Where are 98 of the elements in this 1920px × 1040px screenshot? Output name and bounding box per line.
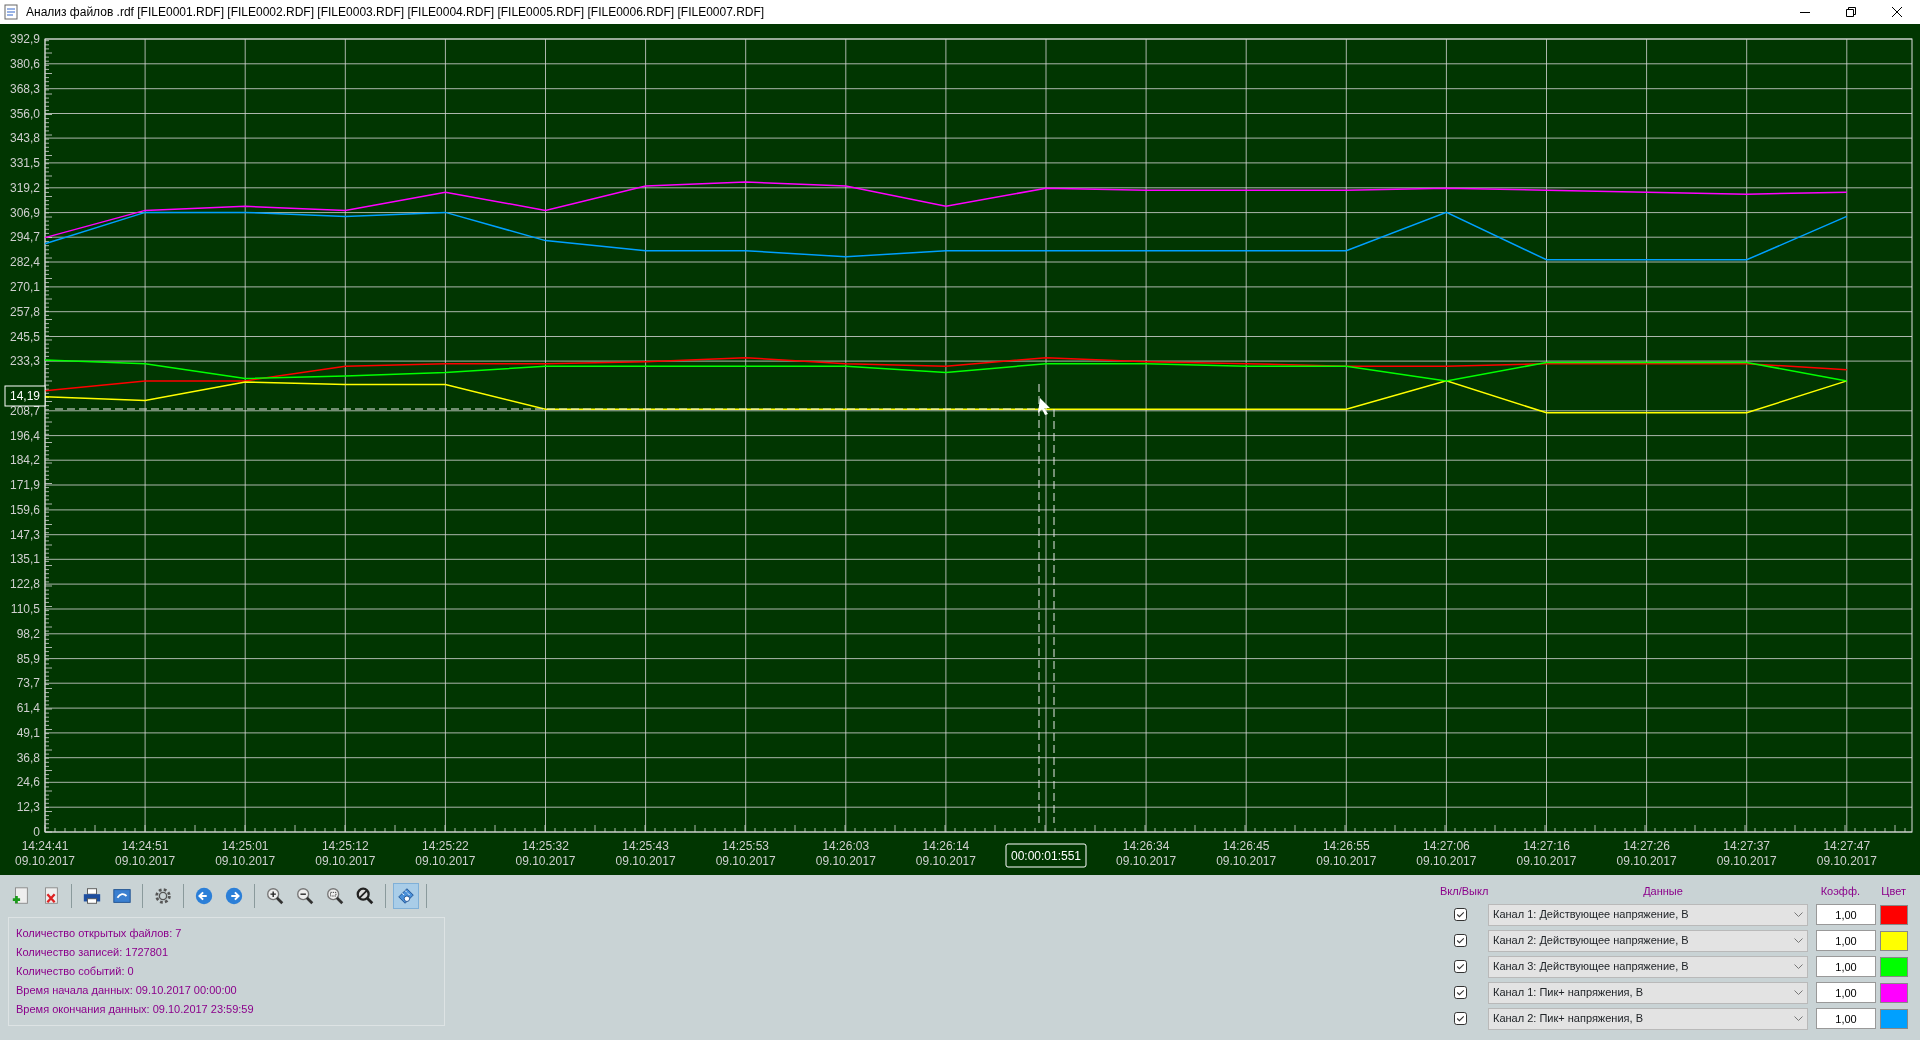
x-axis-label: 14:27:47 09.10.2017 — [1816, 839, 1877, 868]
color-swatch[interactable] — [1880, 1008, 1908, 1029]
x-axis-label: 14:24:41 09.10.2017 — [14, 839, 76, 868]
chevron-down-icon — [1794, 937, 1803, 944]
window-title: Анализ файлов .rdf [FILE0001.RDF] [FILE0002.RDF] [FILE0003.RDF] [FILE0004.RDF] [FILE0005.RDF] [FILE0006.RDF] [FILE0007.RDF] — [26, 4, 766, 21]
magnifier-icon — [355, 885, 375, 907]
y-axis-label: 49,1 — [16, 725, 40, 740]
restore-icon — [1846, 7, 1856, 17]
channel-dropdown[interactable]: Канал 1: Пик+ напряжения, В — [1488, 981, 1808, 1004]
x-axis-label: 14:26:14 09.10.2017 — [915, 839, 976, 868]
coefficient-field[interactable]: 1,00 — [1816, 1008, 1876, 1029]
y-axis-label: 343,8 — [9, 131, 40, 146]
y-axis-label: 368,3 — [9, 81, 40, 96]
channel-checkbox[interactable] — [1453, 986, 1467, 999]
y-axis-label: 135,1 — [9, 552, 40, 567]
y-axis-label: 147,3 — [9, 527, 40, 542]
x-axis-label: 14:26:34 09.10.2017 — [1116, 839, 1177, 868]
channel-checkbox[interactable] — [1453, 908, 1467, 921]
add-file-icon — [11, 885, 31, 907]
column-header: Цвет — [1880, 884, 1907, 899]
y-axis-label: 36,8 — [16, 750, 40, 765]
y-axis-label: 24,6 — [16, 775, 40, 790]
channel-dropdown[interactable]: Канал 2: Пик+ напряжения, В — [1488, 1007, 1808, 1030]
y-axis-label: 331,5 — [9, 155, 40, 170]
y-axis-label: 0 — [33, 825, 40, 839]
info-text: Время окончания данных: 09.10.2017 23:59:59 — [16, 1002, 255, 1017]
y-axis-label: 245,5 — [9, 329, 40, 344]
time-cursor-label: 00:00:01:551 — [1005, 843, 1087, 868]
y-axis-label: 319,2 — [9, 180, 40, 195]
x-axis-label: 14:26:55 09.10.2017 — [1316, 839, 1377, 868]
y-axis-label: 294,7 — [9, 230, 40, 245]
column-header: Вкл/Выкл — [1440, 884, 1490, 899]
channel-checkbox[interactable] — [1453, 1012, 1467, 1025]
mouse-pointer-icon — [1038, 398, 1050, 415]
color-swatch[interactable] — [1880, 956, 1908, 977]
chevron-down-icon — [1794, 963, 1803, 970]
close-icon — [1892, 7, 1902, 17]
column-header: Данные — [1642, 884, 1684, 899]
y-axis-label: 61,4 — [16, 701, 40, 716]
y-axis-label: 171,9 — [9, 478, 40, 492]
x-axis-label: 14:25:53 09.10.2017 — [715, 839, 776, 868]
chevron-down-icon — [1794, 1015, 1803, 1022]
cursor-label: 14,19 — [4, 385, 46, 407]
y-axis-label: 110,5 — [10, 602, 40, 616]
channel-checkbox[interactable] — [1453, 934, 1467, 947]
settings-icon — [153, 885, 173, 907]
x-axis-label: 14:26:03 09.10.2017 — [815, 839, 876, 868]
x-axis-label: 14:24:51 09.10.2017 — [115, 839, 176, 868]
color-swatch[interactable] — [1880, 982, 1908, 1003]
y-axis-label: 98,2 — [16, 626, 40, 641]
channel-dropdown[interactable]: Канал 1: Действующее напряжение, В — [1488, 903, 1808, 926]
chevron-down-icon — [1794, 989, 1803, 996]
zoom-out-icon — [295, 885, 315, 907]
x-axis-label: 14:25:43 09.10.2017 — [615, 839, 676, 868]
ruler-icon — [396, 885, 416, 907]
x-axis-label: 14:27:16 09.10.2017 — [1516, 839, 1577, 868]
column-header: Коэфф. — [1819, 884, 1860, 899]
y-axis-label: 233,3 — [9, 354, 40, 369]
y-axis-label: 306,9 — [9, 205, 40, 220]
x-axis-label: 14:25:32 09.10.2017 — [515, 839, 576, 868]
y-axis-label: 392,9 — [9, 32, 40, 46]
x-axis-label: 14:25:12 09.10.2017 — [315, 839, 376, 868]
channel-dropdown[interactable]: Канал 3: Действующее напряжение, В — [1488, 955, 1808, 978]
channel-dropdown[interactable]: Канал 2: Действующее напряжение, В — [1488, 929, 1808, 952]
y-axis-label: 85,9 — [16, 651, 40, 666]
coefficient-field[interactable]: 1,00 — [1816, 982, 1876, 1003]
y-axis-label: 73,7 — [16, 676, 40, 691]
y-axis-label: 257,8 — [9, 304, 40, 319]
color-swatch[interactable] — [1880, 930, 1908, 951]
coefficient-field[interactable]: 1,00 — [1816, 930, 1876, 951]
info-text: Время начала данных: 09.10.2017 00:00:00 — [16, 983, 238, 998]
zoom-area-icon — [325, 885, 345, 907]
x-axis-label: 14:25:01 09.10.2017 — [215, 839, 276, 868]
y-axis-label: 122,8 — [9, 577, 40, 592]
x-axis-label: 14:27:37 09.10.2017 — [1716, 839, 1777, 868]
coefficient-field[interactable]: 1,00 — [1816, 956, 1876, 977]
app-icon — [4, 4, 18, 20]
y-axis-label: 196,4 — [9, 428, 40, 443]
x-axis-label: 14:25:22 09.10.2017 — [415, 839, 476, 868]
channel-checkbox[interactable] — [1453, 960, 1467, 973]
x-axis-label: 14:27:26 09.10.2017 — [1616, 839, 1677, 868]
print-icon — [82, 885, 102, 907]
info-text: Количество открытых файлов: 7 — [16, 926, 183, 941]
y-axis-label: 282,4 — [9, 255, 40, 269]
y-axis-label: 159,6 — [9, 502, 40, 517]
y-axis-label: 12,3 — [16, 800, 40, 815]
info-text: Количество записей: 1727801 — [16, 945, 170, 960]
x-axis-label: 14:27:06 09.10.2017 — [1416, 839, 1477, 868]
zoom-in-icon — [265, 885, 285, 907]
color-swatch[interactable] — [1880, 904, 1908, 925]
y-axis-label: 356,0 — [9, 106, 40, 121]
y-axis-label: 270,1 — [9, 279, 40, 294]
x-axis-label: 14:26:45 09.10.2017 — [1216, 839, 1277, 868]
info-text: Количество событий: 0 — [16, 964, 135, 979]
chevron-down-icon — [1794, 911, 1803, 918]
coefficient-field[interactable]: 1,00 — [1816, 904, 1876, 925]
y-axis-label: 380,6 — [9, 56, 40, 71]
y-axis-label: 184,2 — [9, 453, 40, 468]
